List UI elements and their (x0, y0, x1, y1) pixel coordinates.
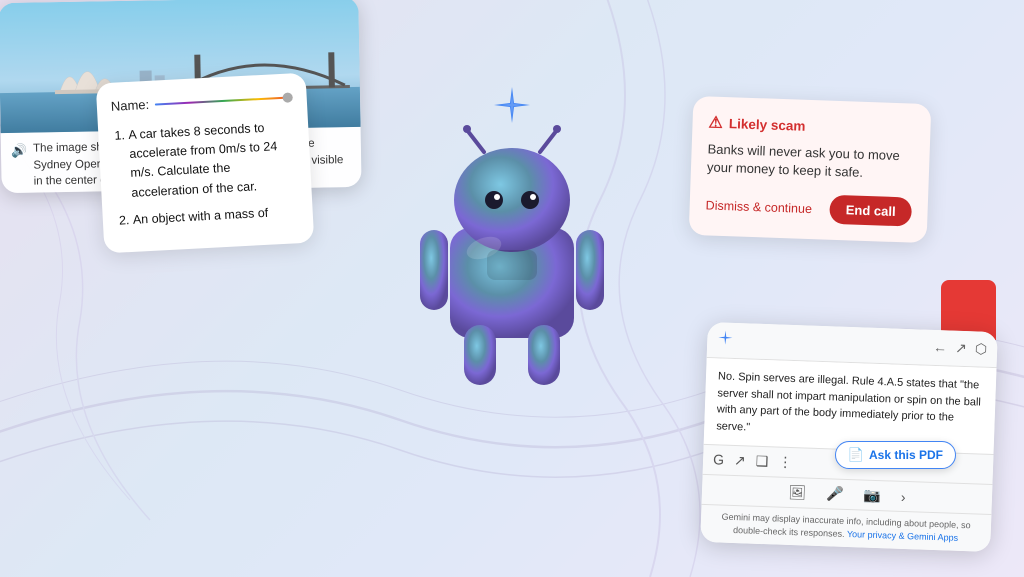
name-label: Name: (110, 95, 149, 116)
pdf-content: No. Spin serves are illegal. Rule 4.A.5 … (704, 358, 997, 454)
scam-body: Banks will never ask you to move your mo… (707, 140, 914, 184)
dismiss-button[interactable]: Dismiss & continue (705, 198, 812, 216)
pdf-bottom-icons[interactable]: G ↗ ❑ ⋮ (713, 451, 793, 471)
name-row: Name: (110, 87, 293, 116)
pdf-top-bar-icons: ← ↗ ⬡ (933, 339, 988, 358)
more-icon[interactable]: ⋮ (778, 453, 793, 470)
homework-item-1: A car takes 8 seconds to accelerate from… (128, 117, 298, 203)
scam-actions: Dismiss & continue End call (705, 191, 912, 227)
share-icon: ↗ (955, 339, 967, 356)
ask-pdf-button[interactable]: 📄 Ask this PDF (835, 441, 956, 469)
google-icon[interactable]: G (713, 451, 724, 468)
gemini-sparkle (492, 85, 532, 131)
speaker-icon: 🔊 (11, 142, 28, 161)
scam-title: Likely scam (729, 116, 806, 134)
gemini-icon (717, 329, 734, 351)
external-link-icon: ⬡ (975, 340, 988, 357)
end-call-button[interactable]: End call (829, 195, 912, 227)
copy-icon[interactable]: ❑ (755, 453, 768, 470)
homework-card: Name: A car takes 8 seconds to accelerat… (96, 73, 315, 254)
android-mascot (402, 120, 622, 400)
pdf-text: No. Spin serves are illegal. Rule 4.A.5 … (716, 370, 981, 433)
scam-header: ⚠ Likely scam (708, 112, 915, 139)
privacy-link[interactable]: Your privacy & Gemini Apps (847, 528, 959, 542)
image-icon[interactable]: 🖼 (788, 484, 806, 502)
camera-icon[interactable]: 📷 (863, 486, 881, 504)
name-line (155, 96, 293, 105)
ask-pdf-label: Ask this PDF (869, 448, 943, 462)
pdf-icon: 📄 (848, 447, 864, 463)
warning-icon: ⚠ (708, 112, 723, 132)
scam-warning-card: ⚠ Likely scam Banks will never ask you t… (689, 96, 932, 244)
pdf-panel: ← ↗ ⬡ No. Spin serves are illegal. Rule … (700, 322, 998, 552)
homework-list: A car takes 8 seconds to accelerate from… (112, 117, 299, 231)
mic-icon[interactable]: 🎤 (826, 485, 844, 503)
back-icon: ← (933, 339, 948, 356)
share-bottom-icon[interactable]: ↗ (734, 452, 746, 469)
homework-item-2: An object with a mass of (132, 202, 299, 230)
forward-icon[interactable]: › (901, 488, 906, 504)
